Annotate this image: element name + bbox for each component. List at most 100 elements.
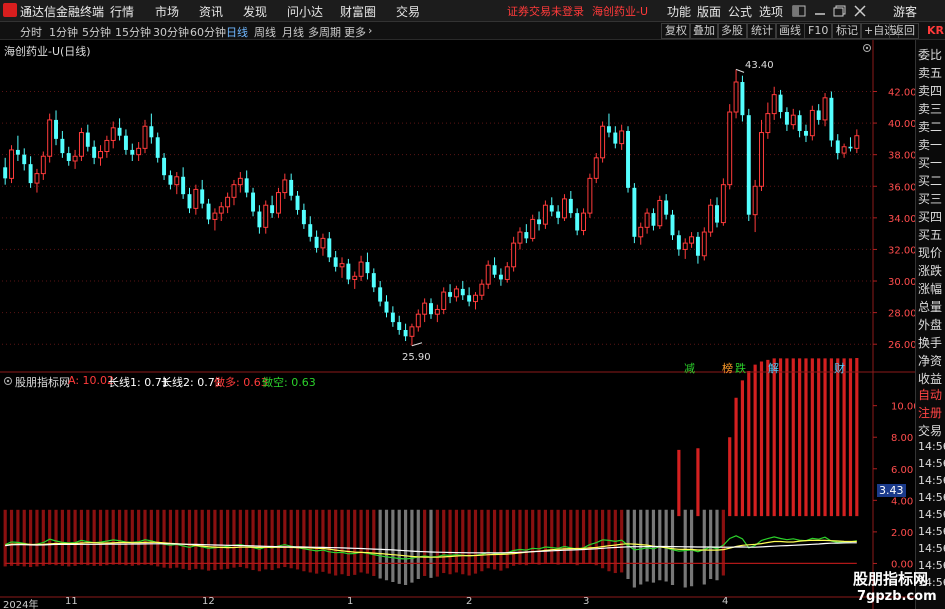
candle-body [123,135,128,150]
menu-trade[interactable]: 交易 [396,3,420,20]
candle-body [251,192,256,212]
period-weekly[interactable]: 周线 [254,24,276,40]
candle-body [352,275,358,280]
settings-gear-icon[interactable] [862,43,872,53]
login-status[interactable]: 证券交易未登录 [507,3,584,19]
indicator-long-value: 做多: 0.63 [214,376,268,389]
menu-functions[interactable]: 功能 [667,3,691,20]
event-list-marker[interactable]: 榜 [722,360,733,376]
tool-f10[interactable]: F10 [804,23,833,39]
candle-body [117,127,122,136]
panel-trade[interactable]: 交易 [918,422,942,439]
tool-back[interactable]: 返回 [889,23,919,39]
restore-icon[interactable] [832,4,848,18]
period-intraday[interactable]: 分时 [20,24,42,40]
candle-body [66,153,71,161]
event-drop-marker[interactable]: 跌 [735,360,746,376]
tool-adjust-rights[interactable]: 复权 [661,23,691,39]
candle-body [72,155,78,162]
panel-auto[interactable]: 自动 [918,386,942,403]
panel-bid3: 买三 [918,192,943,206]
candle-body [257,211,262,228]
panel-bid4: 买四 [918,210,943,224]
candle-body [365,262,370,274]
tool-statistics[interactable]: 统计 [747,23,777,39]
indicator-short-value: 做空: 0.63 [262,376,316,389]
tool-mark[interactable]: 标记 [832,23,862,39]
candle-body [429,303,433,315]
candle-body [378,287,383,302]
tool-multi-stock[interactable]: 多股 [717,23,747,39]
panel-entrust-ratio: 委比 [918,48,943,62]
period-more[interactable]: 更多 [344,24,366,40]
kline-chart-area[interactable]: 26.00 28.00 30.00 32.00 34.00 36.00 38.00 40.00… [0,40,945,609]
menu-news[interactable]: 资讯 [199,3,223,20]
chart-svg[interactable]: 26.0028.0030.0032.0034.0036.0038.0040.00… [0,40,945,609]
menu-ask-xiaoda[interactable]: 问小达 [287,3,323,20]
close-icon[interactable] [852,4,868,18]
candle-body [485,264,491,285]
watermark-url: 7gpzb.com [857,589,937,604]
period-60min[interactable]: 60分钟 [190,24,226,40]
period-multi[interactable]: 多周期 [308,24,341,40]
candle-body [727,111,733,186]
panel-bid5: 买五 [918,228,943,242]
period-30min[interactable]: 30分钟 [153,24,189,40]
price-tick-label: 30.00 [888,277,917,288]
candle-body [848,146,853,149]
tool-draw-line[interactable]: 画线 [775,23,805,39]
candle-body [282,179,288,194]
candle-body [797,115,802,131]
candle-body [371,273,376,288]
candle-body [473,294,478,303]
tool-overlay[interactable]: 叠加 [689,23,719,39]
candle-body [231,184,237,198]
menu-layout[interactable]: 版面 [697,3,721,20]
indicator-tick-label: 6.00 [891,465,913,476]
candle-body [85,132,90,147]
panel-change: 涨跌 [918,264,943,278]
candle-body [34,173,40,184]
panel-tick-time: 14:56 [918,457,945,470]
candle-body [657,199,663,227]
candle-body [409,326,415,337]
candle-body [206,203,211,220]
quote-side-panel[interactable]: 委比 卖五 卖四 卖三 卖二 卖一 买一 买二 买三 买四 买五 现价 涨跌 涨… [915,40,945,609]
price-tick-label: 34.00 [888,214,917,225]
panel-ask2: 卖二 [918,120,943,134]
period-monthly[interactable]: 月线 [282,24,304,40]
candle-body [22,154,27,165]
minimize-icon[interactable] [812,4,828,18]
event-finance-marker[interactable]: 财 [834,360,845,376]
candle-body [695,236,700,256]
menu-quotes[interactable]: 行情 [110,3,134,20]
candle-body [467,295,472,302]
candle-body [174,176,180,186]
indicator-bars [3,358,859,588]
menu-market[interactable]: 市场 [155,3,179,20]
event-reduce-marker[interactable]: 减 [684,360,695,376]
period-15min[interactable]: 15分钟 [115,24,151,40]
candle-body [746,115,751,215]
guest-user[interactable]: 游客 [893,3,917,20]
menu-discover[interactable]: 发现 [243,3,267,20]
skin-icon[interactable] [791,4,807,18]
candle-body [778,94,783,113]
menu-options[interactable]: 选项 [759,3,783,20]
candle-body [40,155,46,175]
candle-body [689,236,695,244]
period-daily[interactable]: 日线 [226,24,248,40]
candle-body [270,205,275,214]
indicator-name[interactable]: 股朋指标网 [15,374,70,390]
period-5min[interactable]: 5分钟 [82,24,111,40]
x-axis-year: 2024年 [3,600,39,609]
candle-body [358,261,364,277]
candle-body [537,219,542,225]
chevron-right-icon[interactable]: › [368,24,372,37]
period-1min[interactable]: 1分钟 [49,24,78,40]
menu-formula[interactable]: 公式 [728,3,752,20]
event-unlock-marker[interactable]: 解 [768,360,779,376]
indicator-settings-icon[interactable] [3,376,13,386]
menu-fortune-circle[interactable]: 财富圈 [340,3,376,20]
panel-register[interactable]: 注册 [918,404,942,421]
